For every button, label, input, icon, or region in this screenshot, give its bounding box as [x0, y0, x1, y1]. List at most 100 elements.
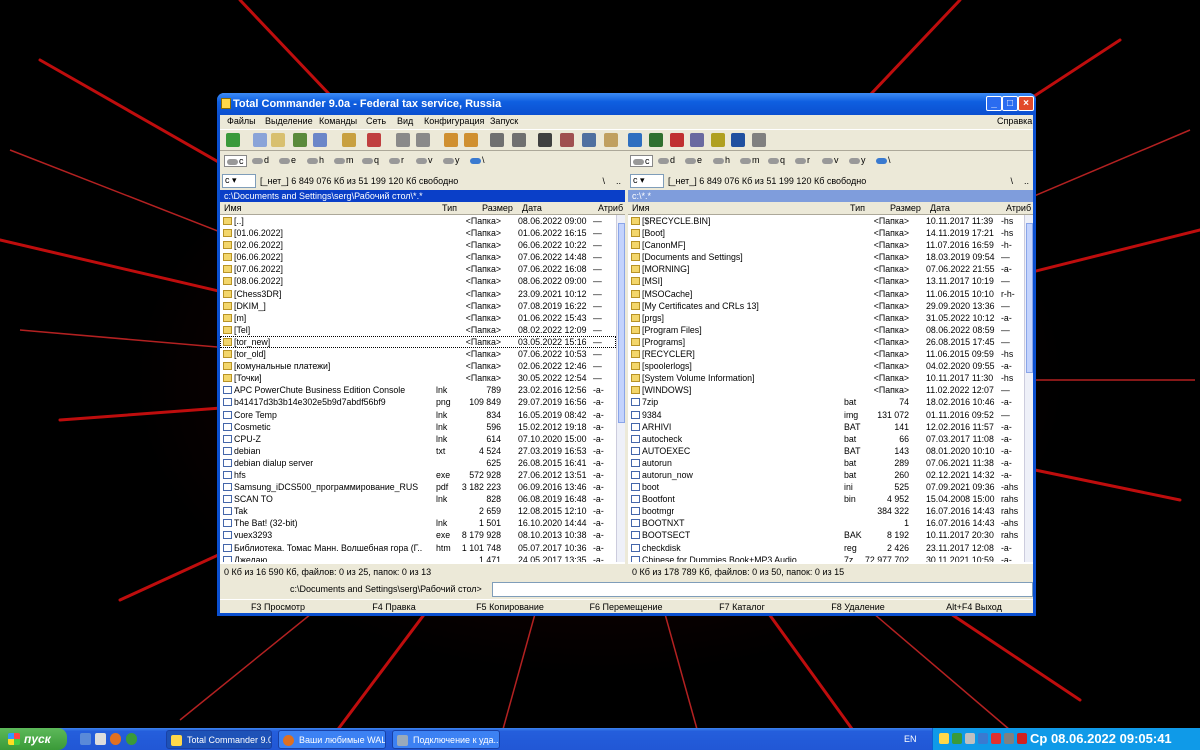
unpack-icon[interactable] — [464, 133, 478, 147]
right-file-row[interactable]: [CanonMF] <Папка> 11.07.2016 16:59 -h- — [628, 239, 1024, 251]
left-file-row[interactable]: hfs exe 572 928 27.06.2012 13:51 -a- — [220, 469, 616, 481]
left-file-row[interactable]: Tak 2 659 12.08.2015 12:10 -a- — [220, 505, 616, 517]
right-file-row[interactable]: 9384 img 131 072 01.11.2016 09:52 — — [628, 409, 1024, 421]
left-file-row[interactable]: debian dialup server 625 26.08.2015 16:41-… — [220, 457, 616, 469]
left-drive-d[interactable]: d — [252, 155, 269, 165]
right-file-row[interactable]: [prgs] <Папка> 31.05.2022 10:12 -a- — [628, 312, 1024, 324]
left-file-row[interactable]: [m] <Папка> 01.06.2022 15:43 — — [220, 312, 616, 324]
calc-icon[interactable] — [649, 133, 663, 147]
select-icon[interactable] — [367, 133, 381, 147]
left-file-row[interactable]: [Точки] <Папка> 30.05.2022 12:54 — — [220, 372, 616, 384]
cmd-icon[interactable] — [752, 133, 766, 147]
right-drive-h[interactable]: h — [713, 155, 730, 165]
menu-files[interactable]: Файлы — [227, 116, 256, 126]
thumbnails-icon[interactable] — [293, 133, 307, 147]
left-file-row[interactable]: [tor_new] <Папка> 03.05.2022 15:16 — — [220, 335, 616, 349]
right-file-row[interactable]: Bootfont bin 4 952 15.04.2008 15:00 rahs — [628, 493, 1024, 505]
menu-view[interactable]: Вид — [397, 116, 413, 126]
right-drive-c[interactable]: c — [630, 155, 653, 167]
left-file-row[interactable]: Cosmetic lnk 596 15.02.2012 19:18 -a- — [220, 421, 616, 433]
right-drive-combo[interactable]: c ▾ — [630, 174, 664, 188]
f5-copy-button[interactable]: F5 Копирование — [454, 602, 566, 612]
left-file-row[interactable]: Samsung_iDCS500_программирование_RUS pdf 3… — [220, 481, 616, 493]
tray-icon-3[interactable] — [965, 733, 975, 744]
left-file-row[interactable]: The Bat! (32-bit) lnk 1 501 16.10.2020 14:4… — [220, 517, 616, 529]
right-drive-q[interactable]: q — [768, 155, 785, 165]
left-col-attr[interactable]: Атриб — [598, 203, 623, 213]
right-drive-y[interactable]: y — [849, 155, 866, 165]
start-button[interactable]: пуск — [0, 728, 67, 750]
left-file-row[interactable]: [DKIM_] <Папка> 07.08.2019 16:22 — — [220, 300, 616, 312]
find-icon[interactable] — [538, 133, 552, 147]
left-up-button[interactable]: .. — [616, 176, 621, 186]
right-file-row[interactable]: ARHIVI BAT 141 12.02.2016 11:57 -a- — [628, 421, 1024, 433]
right-file-row[interactable]: [My Certificates and CRLs 13] <Папка> 29.0… — [628, 300, 1024, 312]
f4-edit-button[interactable]: F4 Правка — [338, 602, 450, 612]
back-icon[interactable] — [396, 133, 410, 147]
right-file-row[interactable]: 7zip bat 74 18.02.2016 10:46 -a- — [628, 396, 1024, 408]
left-file-row[interactable]: Core Temp lnk 834 16.05.2019 08:42 -a- — [220, 409, 616, 421]
left-file-row[interactable]: [Tel] <Папка> 08.02.2022 12:09 — — [220, 324, 616, 336]
right-col-name[interactable]: Имя — [632, 203, 650, 213]
left-file-row[interactable]: APC PowerChute Business Edition Console l… — [220, 384, 616, 396]
minimize-button[interactable]: _ — [986, 96, 1002, 111]
right-drive-d[interactable]: d — [658, 155, 675, 165]
right-col-size[interactable]: Размер — [890, 203, 921, 213]
left-file-row[interactable]: [Chess3DR] <Папка> 23.09.2021 10:12 — — [220, 288, 616, 300]
f8-delete-button[interactable]: F8 Удаление — [802, 602, 914, 612]
left-drive-v[interactable]: v — [416, 155, 433, 165]
left-drive-y[interactable]: y — [443, 155, 460, 165]
tray-icon-5[interactable] — [991, 733, 1001, 744]
left-file-row[interactable]: [01.06.2022] <Папка> 01.06.2022 16:15 — — [220, 227, 616, 239]
f6-move-button[interactable]: F6 Перемещение — [570, 602, 682, 612]
left-file-row[interactable]: Джедаю 1 471 24.05.2017 13:35 -a- — [220, 554, 616, 562]
detailed-view-icon[interactable] — [271, 133, 285, 147]
left-file-row[interactable]: [02.06.2022] <Папка> 06.06.2022 10:22 — — [220, 239, 616, 251]
compare-icon[interactable] — [582, 133, 596, 147]
right-file-row[interactable]: [Boot] <Папка> 14.11.2019 17:21 -hs — [628, 227, 1024, 239]
right-file-row[interactable]: [Program Files] <Папка> 08.06.2022 08:59 — — [628, 324, 1024, 336]
menu-help[interactable]: Справка — [997, 116, 1032, 126]
left-file-row[interactable]: CPU-Z lnk 614 07.10.2020 15:00 -a- — [220, 433, 616, 445]
tray-icon-2[interactable] — [952, 733, 962, 744]
right-file-row[interactable]: [MORNING] <Папка> 07.06.2022 21:55 -a- — [628, 263, 1024, 275]
left-col-date[interactable]: Дата — [522, 203, 542, 213]
left-file-row[interactable]: Библиотека. Томас Манн. Волшебная гора (… — [220, 542, 616, 554]
f7-mkdir-button[interactable]: F7 Каталог — [686, 602, 798, 612]
brief-view-icon[interactable] — [253, 133, 267, 147]
tray-icon-4[interactable] — [978, 733, 988, 744]
right-file-row[interactable]: [spoolerlogs] <Папка> 04.02.2020 09:55 -a- — [628, 360, 1024, 372]
right-file-row[interactable]: boot ini 525 07.09.2021 09:36 -ahs — [628, 481, 1024, 493]
menu-commands[interactable]: Команды — [319, 116, 357, 126]
menu-launch[interactable]: Запуск — [490, 116, 518, 126]
left-drive-q[interactable]: q — [362, 155, 379, 165]
menu-selection[interactable]: Выделение — [265, 116, 313, 126]
f3-view-button[interactable]: F3 Просмотр — [222, 602, 334, 612]
right-col-date[interactable]: Дата — [930, 203, 950, 213]
right-col-ext[interactable]: Тип — [850, 203, 865, 213]
ie-icon[interactable] — [731, 133, 745, 147]
right-drive-e[interactable]: e — [685, 155, 702, 165]
right-file-row[interactable]: [System Volume Information] <Папка> 10.11.… — [628, 372, 1024, 384]
left-file-row[interactable]: [tor_old] <Папка> 07.06.2022 10:53 — — [220, 348, 616, 360]
opera-icon[interactable] — [670, 133, 684, 147]
right-drive-m[interactable]: m — [740, 155, 760, 165]
right-file-row[interactable]: AUTOEXEC BAT 143 08.01.2020 10:10 -a- — [628, 445, 1024, 457]
menu-configuration[interactable]: Конфигурация — [424, 116, 484, 126]
right-col-attr[interactable]: Атриб — [1006, 203, 1031, 213]
url-icon[interactable] — [512, 133, 526, 147]
paint-icon[interactable] — [690, 133, 704, 147]
left-file-row[interactable]: debian txt 4 524 27.03.2019 16:53 -a- — [220, 445, 616, 457]
right-file-row[interactable]: [MSOCache] <Папка> 11.06.2015 10:10 r-h- — [628, 288, 1024, 300]
task-remote-desktop[interactable]: Подключение к уда... — [392, 730, 500, 749]
right-drive-v[interactable]: v — [822, 155, 839, 165]
ftp-icon[interactable] — [490, 133, 504, 147]
notepad-icon[interactable] — [95, 733, 106, 745]
task-firefox[interactable]: Ваши любимые WAL... — [278, 730, 386, 749]
right-file-row[interactable]: BOOTNXT 1 16.07.2016 14:43 -ahs — [628, 517, 1024, 529]
left-drive-net[interactable]: \ — [470, 155, 485, 165]
left-col-ext[interactable]: Тип — [442, 203, 457, 213]
left-file-row[interactable]: [07.06.2022] <Папка> 07.06.2022 16:08 — — [220, 263, 616, 275]
pack-icon[interactable] — [444, 133, 458, 147]
right-file-row[interactable]: autocheck bat 66 07.03.2017 11:08 -a- — [628, 433, 1024, 445]
